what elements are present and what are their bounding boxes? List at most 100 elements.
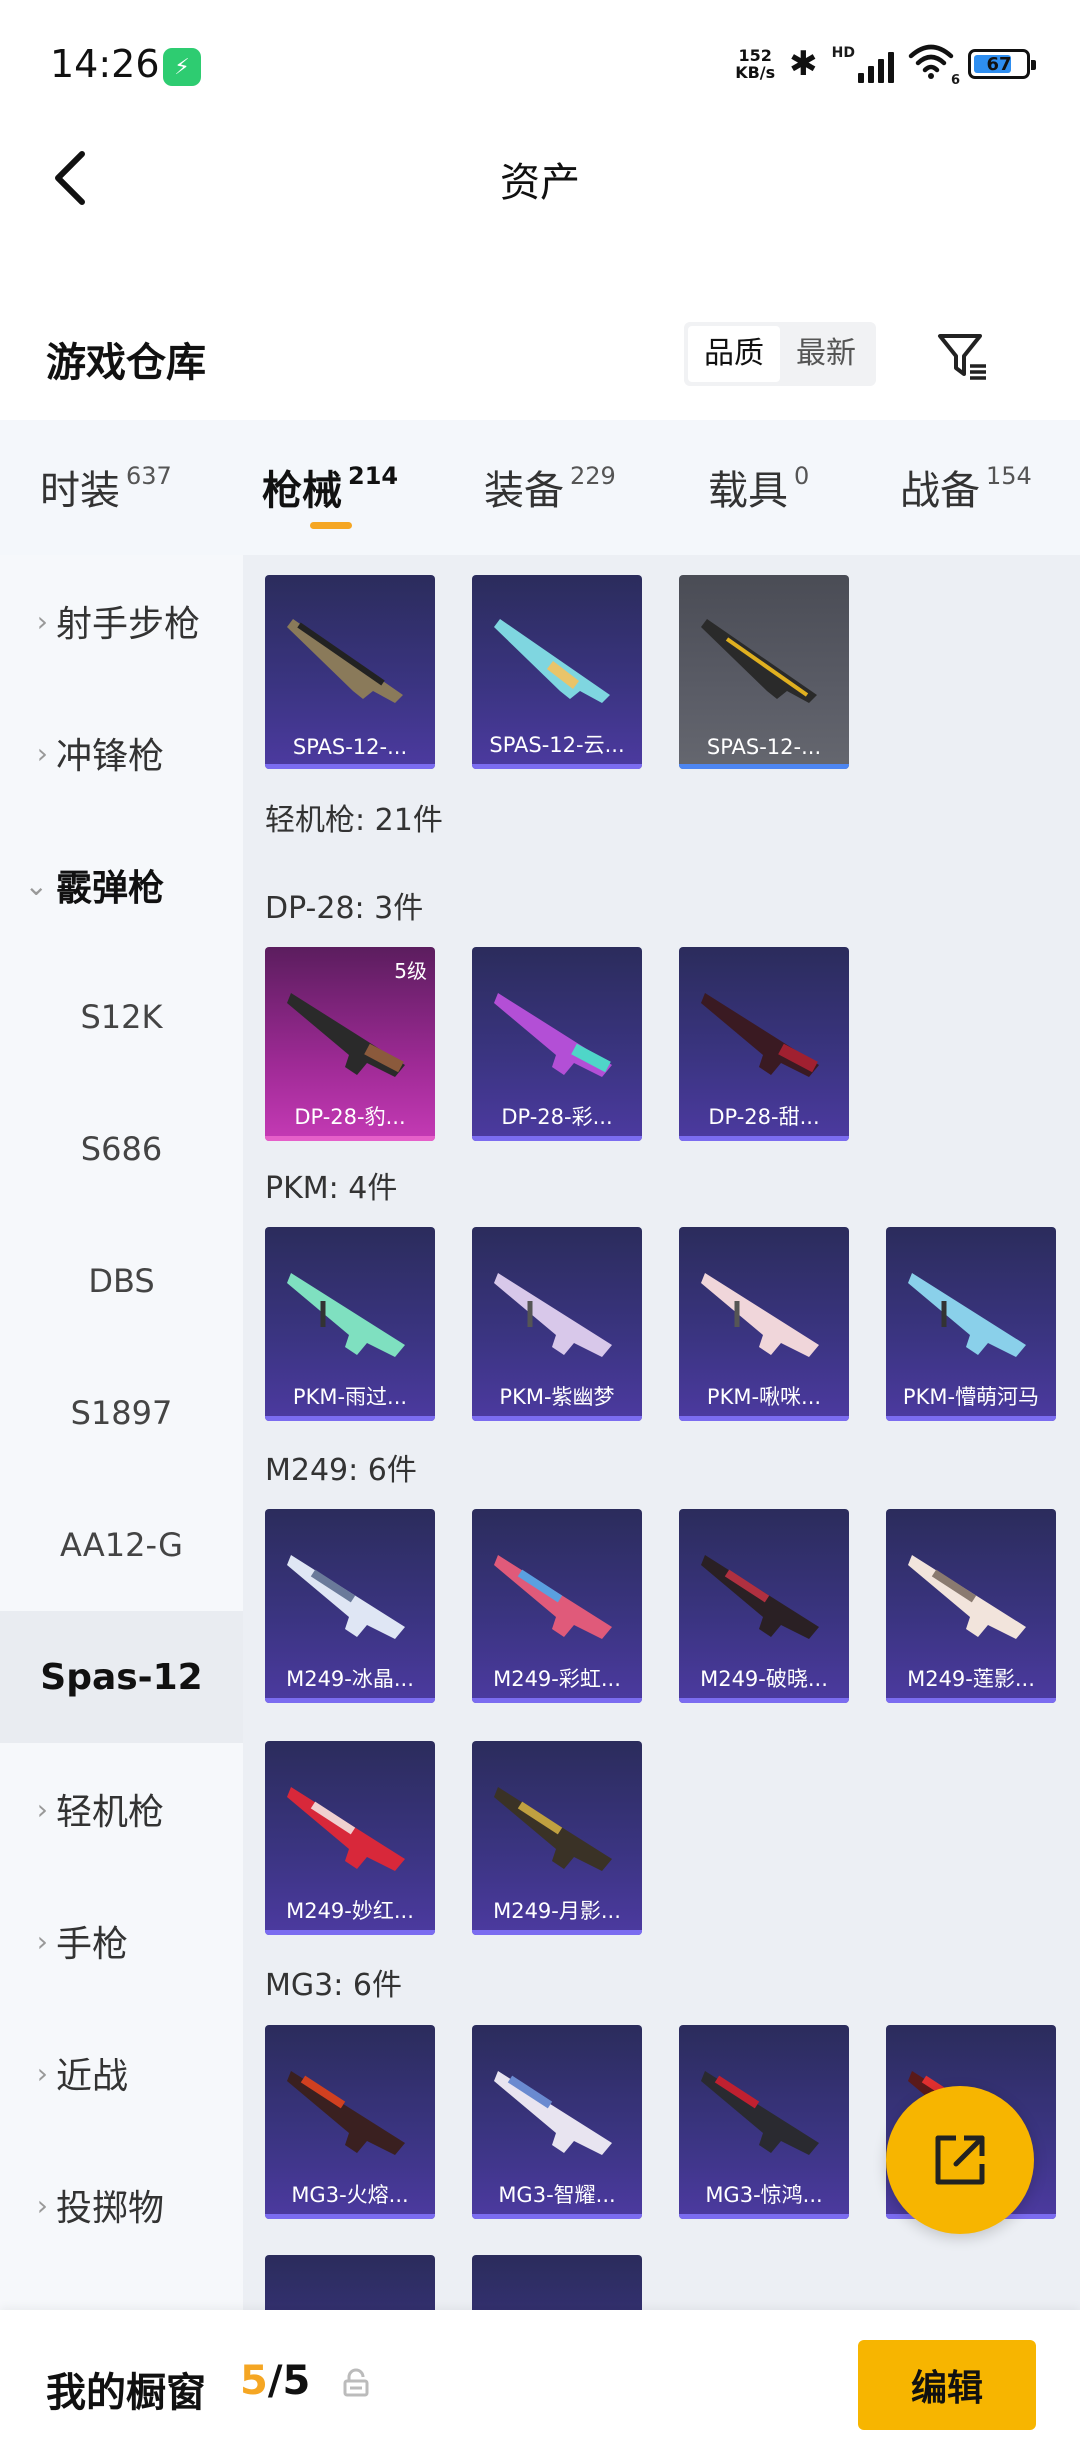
- section-header-pkm: PKM: 4件: [265, 1171, 398, 1206]
- sort-quality-button[interactable]: 品质: [688, 326, 780, 382]
- machine-gun-icon: [494, 2071, 612, 2155]
- sidebar-item-smg[interactable]: › 冲锋枪: [0, 687, 243, 819]
- sidebar-subitem-s1897[interactable]: S1897: [0, 1347, 243, 1479]
- chevron-right-icon: ›: [36, 736, 48, 770]
- bluetooth-icon: ✱: [789, 44, 818, 84]
- item-card[interactable]: [472, 2255, 642, 2310]
- machine-gun-icon: [494, 1273, 612, 1357]
- network-speed: 152 KB/s: [735, 46, 776, 82]
- status-time: 14:26: [50, 42, 160, 86]
- tab-fashion[interactable]: 时装 637: [40, 458, 172, 516]
- tab-equipment[interactable]: 装备 229: [484, 458, 616, 516]
- machine-gun-icon: [494, 1787, 612, 1871]
- machine-gun-icon: [701, 2071, 819, 2155]
- machine-gun-icon: [287, 1787, 405, 1871]
- external-link-icon: [935, 2135, 985, 2185]
- app-notification-icon: ⚡: [163, 48, 201, 86]
- item-card[interactable]: SPAS-12-...: [265, 575, 435, 769]
- machine-gun-icon: [494, 1555, 612, 1639]
- chevron-right-icon: ›: [36, 2188, 48, 2222]
- page-title: 资产: [500, 160, 580, 206]
- chevron-right-icon: ›: [36, 1924, 48, 1958]
- active-tab-indicator: [310, 522, 352, 529]
- sidebar-item-throwable[interactable]: › 投掷物: [0, 2139, 243, 2271]
- sidebar-item-shotgun[interactable]: ⌄ 霰弹枪: [0, 819, 243, 951]
- item-card[interactable]: PKM-懵萌河马: [886, 1227, 1056, 1421]
- machine-gun-icon: [287, 1273, 405, 1357]
- section-header-lmg: 轻机枪: 21件: [265, 803, 443, 838]
- showcase-bar: 我的橱窗 5/5 编辑: [0, 2310, 1080, 2460]
- item-card[interactable]: PKM-啾咪...: [679, 1227, 849, 1421]
- sidebar-item-pistol[interactable]: › 手枪: [0, 1875, 243, 2007]
- chevron-right-icon: ›: [36, 1792, 48, 1826]
- item-card[interactable]: MG3-智耀...: [472, 2025, 642, 2219]
- chevron-right-icon: ›: [36, 604, 48, 638]
- sidebar-subitem-dbs[interactable]: DBS: [0, 1215, 243, 1347]
- item-card[interactable]: DP-28-甜...: [679, 947, 849, 1141]
- sidebar-subitem-spas12[interactable]: Spas-12: [0, 1611, 243, 1743]
- shotgun-icon: [701, 619, 817, 703]
- item-card[interactable]: MG3-火熔...: [265, 2025, 435, 2219]
- item-card[interactable]: M249-彩虹...: [472, 1509, 642, 1703]
- filter-icon: [938, 334, 986, 380]
- sidebar-item-lmg[interactable]: › 轻机枪: [0, 1743, 243, 1875]
- status-bar: 14:26 ⚡ 152 KB/s ✱ HD 6 67: [0, 0, 1080, 130]
- warehouse-header: 游戏仓库 品质 最新: [0, 300, 1080, 410]
- sort-latest-button[interactable]: 最新: [780, 326, 872, 382]
- sidebar-item-melee[interactable]: › 近战: [0, 2007, 243, 2139]
- chevron-down-icon: ⌄: [24, 868, 48, 902]
- shotgun-icon: [287, 619, 403, 703]
- section-header-m249: M249: 6件: [265, 1453, 417, 1488]
- machine-gun-icon: [287, 2071, 405, 2155]
- machine-gun-icon: [494, 993, 612, 1077]
- item-card[interactable]: M249-月影...: [472, 1741, 642, 1935]
- item-card[interactable]: PKM-紫幽梦: [472, 1227, 642, 1421]
- item-card[interactable]: PKM-雨过...: [265, 1227, 435, 1421]
- item-card[interactable]: M249-破晓...: [679, 1509, 849, 1703]
- level-badge: 5级: [394, 959, 427, 983]
- showcase-count: 5/5: [240, 2358, 311, 2404]
- item-grid: SPAS-12-... SPAS-12-云... SPAS-12-... 轻机枪…: [243, 555, 1080, 2310]
- shotgun-icon: [494, 619, 610, 703]
- item-card[interactable]: MG3-惊鸿...: [679, 2025, 849, 2219]
- machine-gun-icon: [701, 1555, 819, 1639]
- machine-gun-icon: [701, 993, 819, 1077]
- weapon-category-sidebar: › 射手步枪 › 冲锋枪 ⌄ 霰弹枪 S12K S686 DBS S1897 A…: [0, 555, 243, 2310]
- edit-button[interactable]: 编辑: [858, 2340, 1036, 2430]
- warehouse-title: 游戏仓库: [46, 340, 206, 386]
- machine-gun-icon: [287, 993, 405, 1077]
- sidebar-subitem-s686[interactable]: S686: [0, 1083, 243, 1215]
- sort-toggle: 品质 最新: [684, 322, 876, 386]
- battery-icon: 67: [968, 49, 1036, 79]
- tab-firearms[interactable]: 枪械 214: [262, 458, 398, 516]
- machine-gun-icon: [908, 1555, 1026, 1639]
- category-tabs: 时装 637 枪械 214 装备 229 载具 0 战备 154: [0, 420, 1080, 555]
- machine-gun-icon: [287, 1555, 405, 1639]
- sidebar-subitem-s12k[interactable]: S12K: [0, 951, 243, 1083]
- section-header-mg3: MG3: 6件: [265, 1968, 402, 2003]
- machine-gun-icon: [908, 1273, 1026, 1357]
- item-card[interactable]: M249-莲影...: [886, 1509, 1056, 1703]
- sidebar-subitem-aa12g[interactable]: AA12-G: [0, 1479, 243, 1611]
- item-card[interactable]: DP-28-彩...: [472, 947, 642, 1141]
- item-card[interactable]: SPAS-12-...: [679, 575, 849, 769]
- item-card[interactable]: 5级 DP-28-豹...: [265, 947, 435, 1141]
- item-card[interactable]: M249-冰晶...: [265, 1509, 435, 1703]
- chevron-right-icon: ›: [36, 2056, 48, 2090]
- lock-icon: [343, 2368, 369, 2397]
- item-card[interactable]: M249-妙红...: [265, 1741, 435, 1935]
- section-header-dp28: DP-28: 3件: [265, 891, 424, 926]
- wifi-icon: 6: [908, 44, 960, 88]
- filter-button[interactable]: [930, 324, 994, 388]
- item-card[interactable]: SPAS-12-云...: [472, 575, 642, 769]
- tab-supplies[interactable]: 战备 154: [900, 458, 1032, 516]
- item-card[interactable]: [265, 2255, 435, 2310]
- cellular-signal-icon: HD: [832, 45, 894, 83]
- tab-vehicles[interactable]: 载具 0: [708, 458, 809, 516]
- share-button[interactable]: [886, 2086, 1034, 2234]
- showcase-title: 我的橱窗: [46, 2370, 206, 2416]
- machine-gun-icon: [701, 1273, 819, 1357]
- status-icons: 152 KB/s ✱ HD 6 67: [735, 44, 1036, 88]
- header: 资产: [0, 130, 1080, 230]
- sidebar-item-marksman-rifle[interactable]: › 射手步枪: [0, 555, 243, 687]
